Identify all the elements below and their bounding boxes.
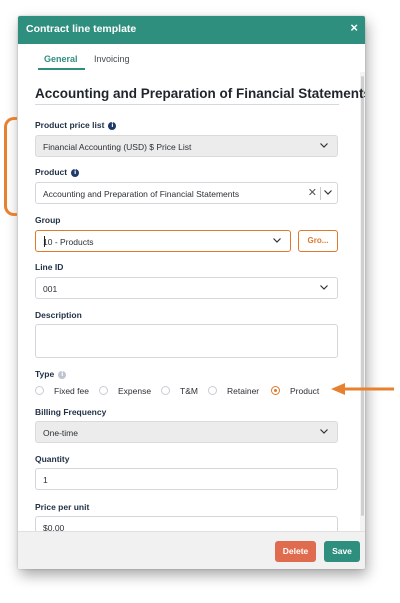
radio-circle[interactable]: [161, 386, 170, 395]
type-label: Type i: [35, 369, 67, 379]
group-label: Group: [35, 215, 61, 225]
tab-general[interactable]: General: [44, 54, 78, 64]
product-price-list-value: Financial Accounting (USD) $ Price List: [43, 142, 192, 152]
chevron-down-icon[interactable]: [319, 426, 329, 436]
quantity-input[interactable]: 1: [35, 468, 338, 490]
product-label-text: Product: [35, 167, 68, 177]
radio-circle-selected[interactable]: [271, 386, 280, 395]
clear-icon[interactable]: ✕: [308, 186, 317, 199]
save-button[interactable]: Save: [324, 541, 360, 562]
group-button[interactable]: Gro...: [298, 230, 338, 252]
radio-label: Retainer: [227, 386, 260, 396]
description-textarea[interactable]: [35, 324, 338, 358]
info-icon[interactable]: i: [71, 169, 80, 177]
line-id-select[interactable]: 001: [35, 277, 338, 299]
select-separator: [320, 187, 321, 200]
product-price-list-select[interactable]: Financial Accounting (USD) $ Price List: [35, 135, 338, 157]
annotation-arrow-icon: [331, 383, 394, 395]
group-select[interactable]: 10 - Products: [35, 230, 291, 252]
description-label: Description: [35, 310, 82, 320]
type-label-text: Type: [35, 369, 55, 379]
dialog-title: Contract line template: [26, 23, 137, 35]
type-radio-group: Fixed fee Expense T&M Retainer Product: [35, 384, 345, 398]
dialog-header: Contract line template ×: [18, 16, 365, 44]
info-icon[interactable]: i: [58, 371, 67, 379]
radio-circle[interactable]: [99, 386, 108, 395]
line-id-label: Line ID: [35, 262, 64, 272]
tab-bar: General Invoicing: [18, 44, 365, 72]
radio-label: Product: [290, 386, 320, 396]
delete-button[interactable]: Delete: [275, 541, 316, 562]
info-icon[interactable]: i: [108, 122, 117, 130]
chevron-down-icon[interactable]: [323, 187, 333, 197]
chevron-down-icon[interactable]: [319, 140, 329, 150]
contract-line-template-dialog: Contract line template × General Invoici…: [18, 16, 365, 569]
quantity-value: 1: [43, 475, 48, 485]
product-price-list-label-text: Product price list: [35, 120, 105, 130]
price-per-unit-label: Price per unit: [35, 502, 90, 512]
billing-frequency-label: Billing Frequency: [35, 407, 107, 417]
chevron-down-icon[interactable]: [272, 235, 282, 245]
annotation-bracket: [4, 117, 17, 216]
product-price-list-label: Product price list i: [35, 120, 117, 130]
radio-label: Expense: [118, 386, 152, 396]
billing-frequency-select[interactable]: One-time: [35, 421, 338, 443]
radio-label: T&M: [180, 386, 198, 396]
chevron-down-icon[interactable]: [319, 282, 329, 292]
close-icon[interactable]: ×: [350, 20, 358, 36]
radio-circle[interactable]: [208, 386, 217, 395]
product-value: Accounting and Preparation of Financial …: [43, 189, 240, 199]
record-title: Accounting and Preparation of Financial …: [35, 86, 365, 101]
active-tab-indicator: [38, 68, 85, 70]
radio-label: Fixed fee: [54, 386, 89, 396]
tab-invoicing[interactable]: Invoicing: [94, 54, 130, 64]
group-value: 10 - Products: [43, 237, 94, 247]
dialog-footer: Delete Save: [18, 531, 365, 569]
title-divider: [35, 104, 339, 105]
billing-frequency-value: One-time: [43, 428, 78, 438]
scrollbar-thumb[interactable]: [361, 76, 364, 516]
line-id-value: 001: [43, 284, 58, 294]
quantity-label: Quantity: [35, 454, 70, 464]
radio-circle[interactable]: [35, 386, 44, 395]
product-select[interactable]: Accounting and Preparation of Financial …: [35, 182, 338, 204]
product-label: Product i: [35, 167, 80, 177]
